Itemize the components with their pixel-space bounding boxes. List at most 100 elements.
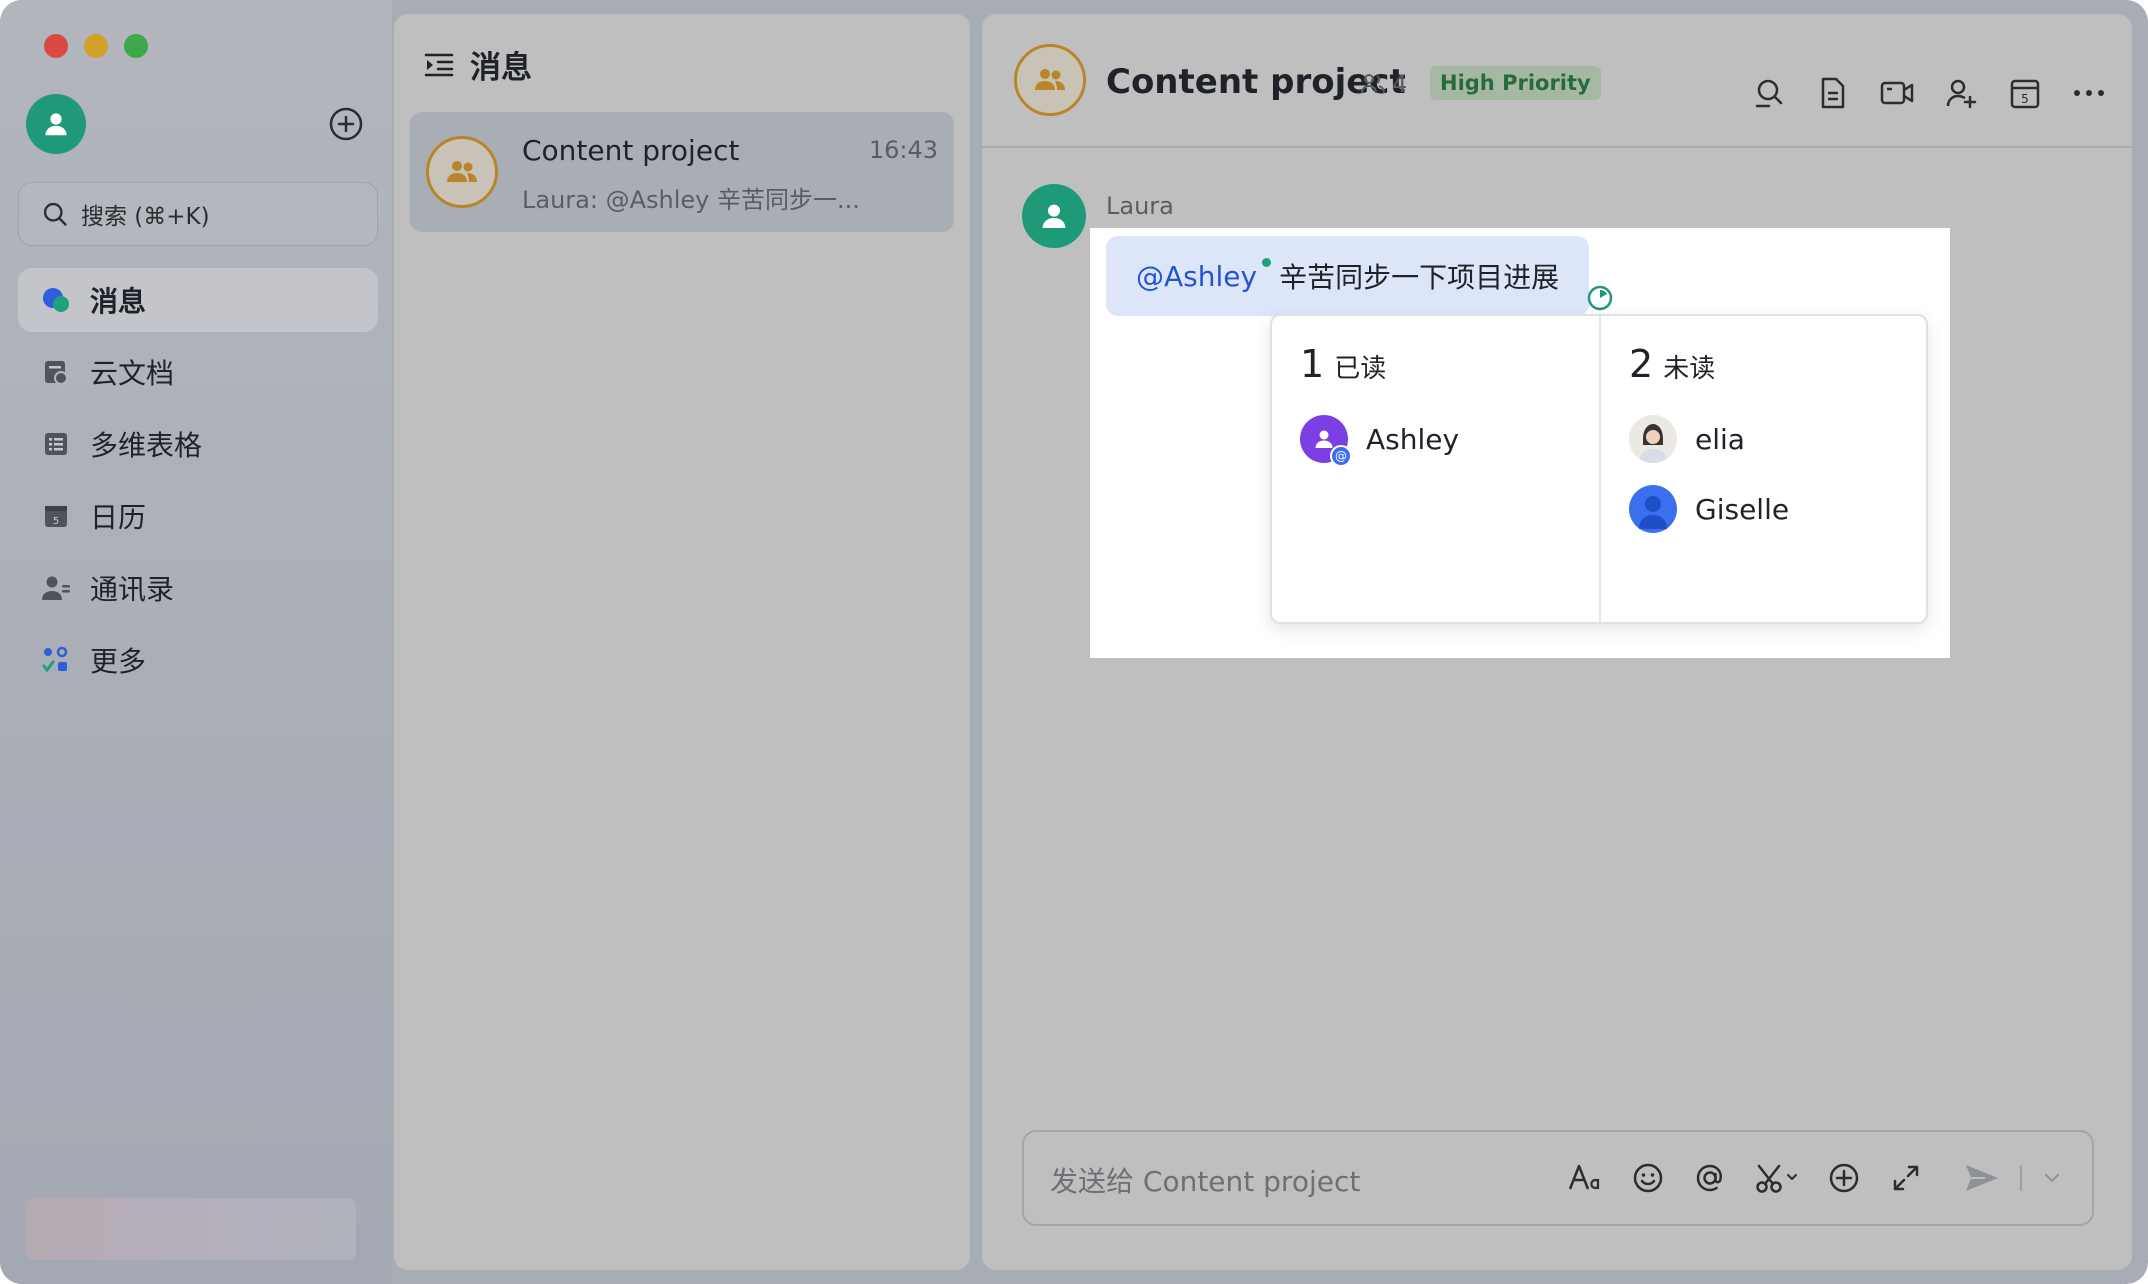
sidebar-item-contacts[interactable]: 通讯录 <box>18 556 378 620</box>
toggle-sidebar-icon[interactable] <box>424 51 454 79</box>
person-icon <box>1042 204 1066 228</box>
send-options-chevron-icon[interactable] <box>2042 1160 2062 1196</box>
sender-name[interactable]: Laura <box>1106 192 1174 220</box>
chat-header: Content project 4 High Priority 5 <box>982 14 2132 148</box>
sidebar-item-base[interactable]: 多维表格 <box>18 412 378 476</box>
add-attachment-icon[interactable] <box>1826 1160 1862 1196</box>
screenshot-icon[interactable] <box>1754 1160 1800 1196</box>
sidebar-nav: 消息 云文档 多维表格 5 日历 通讯录 更多 <box>18 268 378 700</box>
read-header: 1 已读 <box>1300 342 1571 386</box>
user-photo-icon <box>1629 415 1677 463</box>
mention-text: @Ashley <box>1136 259 1258 293</box>
avatar <box>1629 485 1677 533</box>
read-receipt-popup: 1 已读 @ Ashley 2 未读 elia Giselle <box>1270 314 1928 624</box>
chat-group-avatar[interactable] <box>1014 44 1086 116</box>
document-icon[interactable] <box>1816 76 1850 110</box>
composer-placeholder: 发送给 Content project <box>1050 1165 1361 1198</box>
search-input[interactable]: 搜索 (⌘+K) <box>18 182 378 246</box>
table-icon <box>40 428 72 460</box>
unread-user[interactable]: elia <box>1629 414 1898 464</box>
search-placeholder: 搜索 (⌘+K) <box>81 204 210 230</box>
user-name: Ashley <box>1366 422 1460 456</box>
list-title: 消息 <box>470 50 532 86</box>
add-member-icon[interactable] <box>1944 76 1978 110</box>
svg-text:5: 5 <box>2021 92 2029 106</box>
text-format-icon[interactable] <box>1568 1160 1604 1196</box>
at-mention-icon: @ <box>1330 445 1352 467</box>
window-controls <box>44 34 148 58</box>
user-avatar[interactable] <box>26 94 86 154</box>
search-chat-icon[interactable] <box>1752 76 1786 110</box>
chat-bubble-icon <box>40 284 72 316</box>
sidebar-item-messages[interactable]: 消息 <box>18 268 378 332</box>
sidebar-item-label: 消息 <box>90 285 147 318</box>
read-status-icon[interactable] <box>1586 284 1614 312</box>
minimize-window-button[interactable] <box>84 34 108 58</box>
online-dot <box>1262 257 1272 267</box>
user-name: elia <box>1695 422 1745 456</box>
sidebar-item-label: 更多 <box>90 645 147 678</box>
apps-grid-icon <box>40 644 72 676</box>
sidebar-item-more[interactable]: 更多 <box>18 628 378 692</box>
sidebar-item-docs[interactable]: 云文档 <box>18 340 378 404</box>
expand-icon[interactable] <box>1888 1160 1924 1196</box>
calendar-icon: 5 <box>40 500 72 532</box>
message-bubble[interactable]: @Ashley 辛苦同步一下项目进展 <box>1106 236 1590 316</box>
conversation-item[interactable]: Content project 16:43 Laura: @Ashley 辛苦同… <box>410 112 954 232</box>
read-label: 已读 <box>1334 354 1387 384</box>
read-user[interactable]: @ Ashley <box>1300 414 1571 467</box>
conversation-preview: Laura: @Ashley 辛苦同步一... <box>522 186 860 214</box>
message-text: 辛苦同步一下项目进展 <box>1279 261 1560 294</box>
group-icon <box>447 161 477 182</box>
unread-count: 2 <box>1629 342 1654 386</box>
sidebar-item-label: 多维表格 <box>90 429 203 462</box>
members-icon <box>1361 74 1385 94</box>
send-icon[interactable] <box>1964 1160 2000 1196</box>
composer-toolbar <box>1568 1160 2062 1196</box>
person-icon <box>1639 496 1667 529</box>
more-options-icon[interactable] <box>2072 76 2106 110</box>
read-count: 1 <box>1300 342 1325 386</box>
group-icon <box>1035 69 1065 90</box>
priority-tag[interactable]: High Priority <box>1430 66 1601 100</box>
unread-column: 2 未读 elia Giselle <box>1599 316 1926 622</box>
conversation-time: 16:43 <box>868 136 938 164</box>
emoji-icon[interactable] <box>1630 1160 1666 1196</box>
calendar-icon[interactable]: 5 <box>2008 76 2042 110</box>
add-circle-icon[interactable] <box>328 106 364 142</box>
avatar: @ <box>1300 415 1352 467</box>
close-window-button[interactable] <box>44 34 68 58</box>
sidebar-item-label: 通讯录 <box>90 573 175 606</box>
sender-avatar[interactable] <box>1022 184 1086 248</box>
unread-label: 未读 <box>1663 354 1716 384</box>
sidebar-item-calendar[interactable]: 5 日历 <box>18 484 378 548</box>
video-call-icon[interactable] <box>1880 76 1914 110</box>
mention-link[interactable]: @Ashley <box>1136 257 1272 293</box>
unread-user[interactable]: Giselle <box>1629 484 1898 534</box>
message-composer[interactable]: 发送给 Content project <box>1022 1130 2094 1226</box>
divider <box>2020 1165 2022 1191</box>
conversation-list-panel: 消息 Content project 16:43 Laura: @Ashley … <box>394 14 970 1270</box>
unread-header: 2 未读 <box>1629 342 1898 386</box>
sidebar-item-label: 云文档 <box>90 357 175 390</box>
svg-text:5: 5 <box>53 516 59 527</box>
search-icon <box>43 202 67 226</box>
conversation-title: Content project <box>522 134 740 167</box>
user-name: Giselle <box>1695 492 1790 526</box>
maximize-window-button[interactable] <box>124 34 148 58</box>
member-count[interactable]: 4 <box>1360 70 1407 98</box>
mention-icon[interactable] <box>1692 1160 1728 1196</box>
group-avatar <box>426 136 498 208</box>
member-count-value: 4 <box>1392 70 1408 98</box>
person-icon <box>45 113 67 136</box>
avatar <box>1629 415 1677 463</box>
read-column: 1 已读 @ Ashley <box>1272 316 1599 622</box>
sidebar-item-label: 日历 <box>90 501 147 534</box>
sidebar: 搜索 (⌘+K) 消息 云文档 多维表格 5 日历 通讯录 更多 <box>0 0 392 1284</box>
cloud-doc-icon <box>40 356 72 388</box>
list-header: 消息 <box>424 42 532 87</box>
blurred-footer-item <box>26 1198 356 1260</box>
app-window: 搜索 (⌘+K) 消息 云文档 多维表格 5 日历 通讯录 更多 消息 Cont… <box>0 0 2148 1284</box>
message-highlight: @Ashley 辛苦同步一下项目进展 1 已读 @ Ashley 2 未读 el… <box>1090 228 1950 658</box>
chat-panel: Content project 4 High Priority 5 Laura … <box>982 14 2132 1270</box>
